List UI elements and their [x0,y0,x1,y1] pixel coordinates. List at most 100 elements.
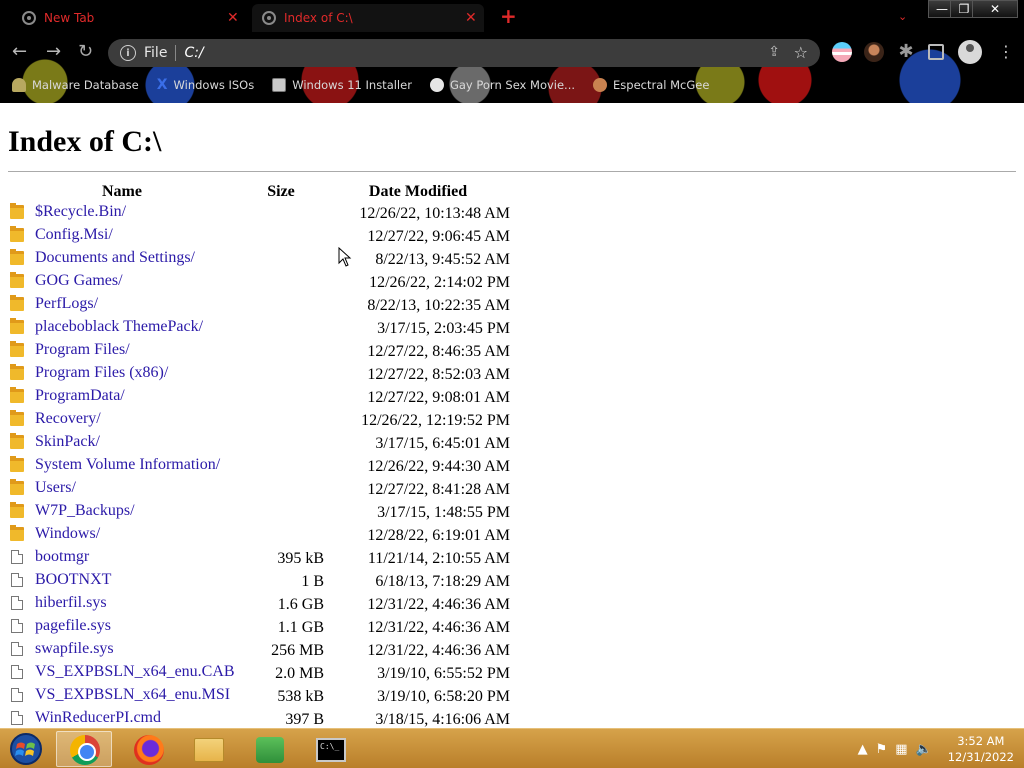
address-bar[interactable]: i File C:/ ⇪ ☆ [108,39,820,67]
extension-avatar-icon[interactable] [864,42,884,62]
file-link[interactable]: pagefile.sys [35,616,111,636]
folder-link[interactable]: Program Files (x86)/ [35,363,168,383]
table-row: ProgramData/12/27/22, 9:08:01 AM [8,386,510,409]
info-icon[interactable]: i [120,45,136,61]
folder-icon [10,341,24,357]
folder-link[interactable]: SkinPack/ [35,432,100,452]
folder-icon [10,226,24,242]
cell-name: Documents and Settings/ [8,248,236,271]
cell-name: Recovery/ [8,409,236,432]
column-header-name[interactable]: Name [8,181,236,202]
cell-size [238,432,324,455]
close-tab-icon[interactable]: ✕ [227,10,239,26]
start-orb-icon [10,733,42,765]
network-status-icon[interactable]: ▦ [895,742,907,757]
column-header-date[interactable]: Date Modified [326,181,510,202]
file-entry: Program Files (x86)/ [8,363,168,383]
extension-flag-icon[interactable] [832,42,852,62]
share-icon[interactable]: ⇪ [768,44,780,60]
bookmark-label: Windows 11 Installer [292,78,412,92]
url-scheme: File [144,45,168,61]
clock[interactable]: 3:52 AM 12/31/2022 [948,733,1014,765]
bookmark-windows-11-installer[interactable]: Windows 11 Installer [272,78,412,92]
file-link[interactable]: VS_EXPBSLN_x64_enu.MSI [35,685,230,705]
site-icon [429,78,444,92]
x-icon: X [156,77,168,93]
forward-arrow-icon[interactable]: → [46,40,61,64]
folder-icon [10,387,24,403]
folder-link[interactable]: Recovery/ [35,409,101,429]
bookmark-star-icon[interactable]: ☆ [794,43,808,62]
file-icon [11,596,23,610]
taskbar-chrome-button[interactable] [56,731,112,767]
folder-link[interactable]: ProgramData/ [35,386,125,406]
folder-link[interactable]: $Recycle.Bin/ [35,202,126,222]
action-center-flag-icon[interactable]: ⚑ [876,742,888,757]
taskbar-firefox-button[interactable] [120,731,176,767]
folder-icon [10,203,24,219]
file-entry: System Volume Information/ [8,455,220,475]
folder-link[interactable]: Program Files/ [35,340,130,360]
close-tab-icon[interactable]: ✕ [465,10,477,26]
taskbar-command-prompt-button[interactable]: C:\_ [302,731,358,767]
tab-search-chevron-down-icon[interactable]: ⌄ [898,10,907,23]
url-text[interactable]: C:/ [184,45,203,61]
cell-name: Program Files/ [8,340,236,363]
folder-icon [10,525,24,541]
folder-link[interactable]: W7P_Backups/ [35,501,135,521]
folder-link[interactable]: Windows/ [35,524,100,544]
folder-link[interactable]: Users/ [35,478,76,498]
folder-link[interactable]: Config.Msi/ [35,225,113,245]
bookmark-site[interactable]: Gay Porn Sex Movie... [429,78,575,92]
globe-favicon-icon [262,11,276,25]
tab-new-tab[interactable]: New Tab ✕ [12,4,248,32]
tab-index-of-c[interactable]: Index of C:\ ✕ [252,4,484,32]
start-button[interactable] [6,731,46,767]
cell-date-modified: 12/27/22, 8:41:28 AM [367,480,510,498]
show-hidden-icons-chevron-up-icon[interactable]: ▲ [858,742,868,757]
cell-date-modified: 6/18/13, 7:18:29 AM [375,572,510,590]
column-header-size[interactable]: Size [238,181,324,202]
table-row: Windows/12/28/22, 6:19:01 AM [8,524,510,547]
folder-link[interactable]: GOG Games/ [35,271,123,291]
folder-link[interactable]: System Volume Information/ [35,455,220,475]
file-link[interactable]: BOOTNXT [35,570,111,590]
cell-size: 1.6 GB [277,595,324,613]
table-row: swapfile.sys 256 MB 12/31/22, 4:46:36 AM [8,639,510,662]
taskbar-file-explorer-button[interactable] [180,731,236,767]
file-table: Name Size Date Modified $Recycle.Bin/12/… [6,181,512,731]
file-link[interactable]: WinReducerPI.cmd [35,708,161,728]
file-entry: Documents and Settings/ [8,248,195,268]
file-link[interactable]: swapfile.sys [35,639,114,659]
directory-listing-page: Index of C:\ Name Size Date Modified $Re… [0,103,1024,728]
taskbar-network-button[interactable] [242,731,298,767]
cell-name: ProgramData/ [8,386,236,409]
file-link[interactable]: VS_EXPBSLN_x64_enu.CAB [35,662,235,682]
file-entry: Windows/ [8,524,100,544]
folder-link[interactable]: placeboblack ThemePack/ [35,317,203,337]
back-arrow-icon[interactable]: ← [12,40,27,64]
cell-size [238,455,324,478]
file-link[interactable]: bootmgr [35,547,89,567]
cell-name: Windows/ [8,524,236,547]
firefox-icon [134,735,164,765]
cell-date-modified: 3/17/15, 1:48:55 PM [377,503,510,521]
reload-icon[interactable]: ↻ [78,40,93,64]
extensions-puzzle-icon[interactable]: ✱ [896,42,916,62]
file-link[interactable]: hiberfil.sys [35,593,107,613]
menu-kebab-icon[interactable]: ⋮ [998,42,1018,62]
cell-date-modified: 3/17/15, 2:03:45 PM [377,319,510,337]
folder-link[interactable]: PerfLogs/ [35,294,98,314]
side-panel-icon[interactable] [928,44,944,60]
table-row: System Volume Information/12/26/22, 9:44… [8,455,510,478]
bookmark-espectral-mcgee[interactable]: Espectral McGee [593,78,709,92]
divider [175,45,177,61]
profile-avatar-icon[interactable] [958,40,982,64]
folder-link[interactable]: Documents and Settings/ [35,248,195,268]
volume-icon[interactable]: 🔈 [916,742,932,757]
cell-name: pagefile.sys [8,616,236,639]
new-tab-button[interactable]: + [500,6,517,26]
bookmark-windows-isos[interactable]: X Windows ISOs [157,78,255,92]
bookmark-malware-database[interactable]: Malware Database [12,78,139,92]
close-window-button[interactable]: ✕ [972,0,1018,18]
